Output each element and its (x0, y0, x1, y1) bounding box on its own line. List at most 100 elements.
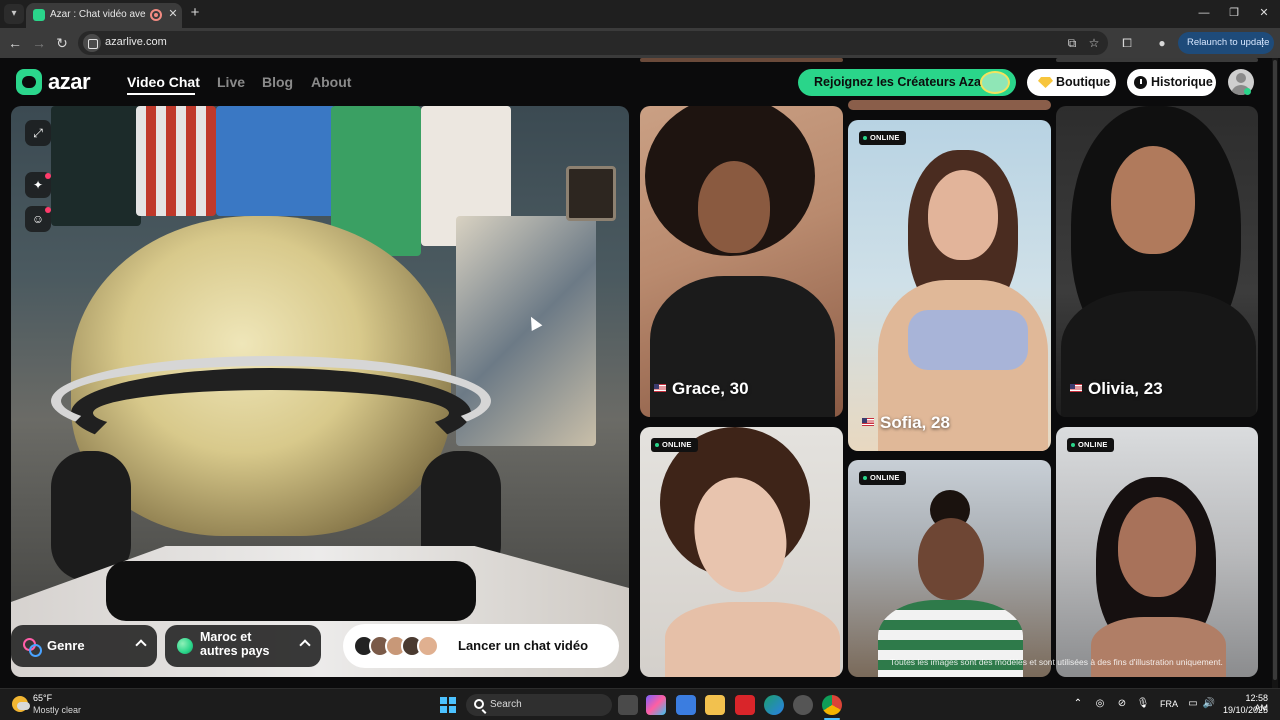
avatar (417, 635, 439, 657)
sync-icon[interactable]: ◎ (1093, 698, 1107, 709)
address-bar[interactable]: azarlive.com ⧉ ☆ (78, 31, 1108, 55)
start-video-chat-label: Lancer un chat vidéo (458, 638, 589, 653)
office-icon[interactable] (735, 695, 755, 715)
notification-dot (45, 207, 51, 213)
weather-temperature: 65°F (33, 693, 53, 703)
model-card-partial (1056, 58, 1258, 62)
weather-icon (12, 696, 30, 712)
windows-taskbar: 65°F Mostly clear Search ⌃ ◎ ⊘ 🎙 FRA ▭ 🔊… (0, 688, 1280, 720)
clock-icon (1134, 76, 1147, 89)
model-card-partial (640, 58, 843, 62)
azar-logo[interactable]: azar (16, 69, 106, 95)
gem-icon (1038, 77, 1053, 88)
face (918, 518, 984, 600)
maximize-button[interactable]: ❐ (1220, 4, 1248, 22)
clock-date[interactable]: 19/10/2025 (1218, 705, 1268, 715)
face (1111, 146, 1195, 254)
tab-search-menu-icon[interactable]: ▾ (4, 4, 24, 24)
torso (665, 602, 840, 677)
chrome-icon[interactable] (822, 695, 842, 715)
install-app-icon[interactable]: ⧉ (1063, 34, 1081, 52)
notification-dot (45, 173, 51, 179)
model-card-partial (848, 100, 1051, 110)
forward-button[interactable]: → (29, 33, 49, 53)
browser-tab-strip: ▾ Azar : Chat vidéo avec de n ✕ + — ❐ ✕ (0, 0, 1280, 28)
model-card[interactable]: ONLINE (640, 427, 843, 677)
background-shirt (136, 106, 216, 216)
wifi-icon[interactable]: ▭ (1186, 698, 1200, 709)
azar-page: azar Video Chat Live Blog About Rejoigne… (0, 58, 1280, 688)
gender-filter-button[interactable]: Genre (11, 625, 157, 667)
logo-text: azar (48, 69, 91, 94)
browser-tab[interactable]: Azar : Chat vidéo avec de n ✕ (26, 3, 182, 28)
model-card-sofia[interactable]: ONLINE Sofia, 28 (848, 120, 1051, 451)
store-icon[interactable] (676, 695, 696, 715)
new-tab-button[interactable]: + (186, 4, 204, 22)
model-card-olivia[interactable]: Olivia, 23 (1056, 106, 1258, 417)
boutique-label: Boutique (1056, 75, 1111, 89)
relaunch-to-update-button[interactable]: Relaunch to update ⋮ (1178, 32, 1274, 54)
edge-icon[interactable] (764, 695, 784, 715)
tab-title: Azar : Chat vidéo avec de n (50, 9, 146, 20)
historique-button[interactable]: Historique (1127, 69, 1216, 96)
extensions-icon[interactable]: ⧠ (1118, 34, 1136, 52)
copilot-icon[interactable] (646, 695, 666, 715)
country-filter-button[interactable]: Maroc et autres pays (165, 625, 321, 667)
site-info-icon[interactable] (83, 34, 101, 52)
close-tab-icon[interactable]: ✕ (166, 7, 180, 21)
boutique-button[interactable]: Boutique (1027, 69, 1116, 96)
face (928, 170, 998, 260)
task-view-icon[interactable] (618, 695, 638, 715)
model-name: Grace, 30 (654, 379, 749, 399)
face (698, 161, 770, 253)
model-name-text: Olivia, 23 (1088, 379, 1163, 398)
online-status-dot (1244, 88, 1251, 95)
us-flag-icon (654, 384, 666, 392)
top (908, 310, 1028, 370)
image-disclaimer: Toutes les images sont des modèles et so… (890, 657, 1223, 667)
url-text[interactable]: azarlive.com (105, 36, 167, 48)
sunglasses (106, 561, 476, 621)
file-explorer-icon[interactable] (705, 695, 725, 715)
chevron-up-icon[interactable]: ⌃ (1071, 698, 1085, 709)
weather-description: Mostly clear (33, 705, 82, 715)
azar-logo-icon (16, 69, 42, 95)
headphone-band-outer (51, 356, 491, 446)
profile-icon[interactable]: ● (1153, 34, 1171, 52)
nav-blog[interactable]: Blog (262, 74, 293, 90)
language-indicator[interactable]: FRA (1160, 699, 1178, 709)
search-icon (474, 699, 484, 709)
gender-label: Genre (47, 638, 85, 653)
historique-label: Historique (1151, 75, 1213, 89)
model-card[interactable]: ONLINE (1056, 427, 1258, 677)
model-card-grace[interactable]: Grace, 30 (640, 106, 843, 417)
expand-icon[interactable]: ⤢ (25, 120, 51, 146)
close-window-button[interactable]: ✕ (1250, 4, 1278, 22)
minimize-button[interactable]: — (1190, 4, 1218, 22)
us-flag-icon (862, 418, 874, 426)
mic-icon[interactable]: 🎙 (1136, 698, 1150, 709)
page-scrollbar[interactable] (1272, 58, 1278, 688)
nav-video-chat[interactable]: Video Chat (127, 74, 200, 90)
volume-icon[interactable]: 🔊 (1202, 698, 1216, 709)
chevron-up-icon (135, 639, 147, 651)
model-card[interactable]: ONLINE (848, 460, 1051, 677)
online-badge: ONLINE (859, 131, 906, 145)
reload-icon[interactable]: ↻ (52, 33, 72, 53)
star-icon[interactable]: ☆ (1085, 34, 1103, 52)
join-creators-button[interactable]: Rejoignez les Créateurs Azar (798, 69, 1016, 96)
azar-favicon-icon (33, 9, 45, 21)
nav-about[interactable]: About (311, 74, 351, 90)
taskbar-search[interactable]: Search (466, 694, 612, 716)
camera-preview: ⤢ ✦ ☺ (11, 106, 629, 677)
settings-gear-icon[interactable] (793, 695, 813, 715)
windows-start-icon[interactable] (440, 697, 456, 713)
network-icon[interactable]: ⊘ (1115, 698, 1129, 709)
us-flag-icon (1070, 384, 1082, 392)
nav-live[interactable]: Live (217, 74, 245, 90)
creators-illustration-icon (980, 71, 1010, 94)
back-button[interactable]: ← (5, 33, 25, 53)
start-video-chat-button[interactable]: Lancer un chat vidéo (343, 624, 619, 668)
online-badge: ONLINE (859, 471, 906, 485)
more-menu-icon[interactable]: ⋮ (1257, 32, 1268, 54)
